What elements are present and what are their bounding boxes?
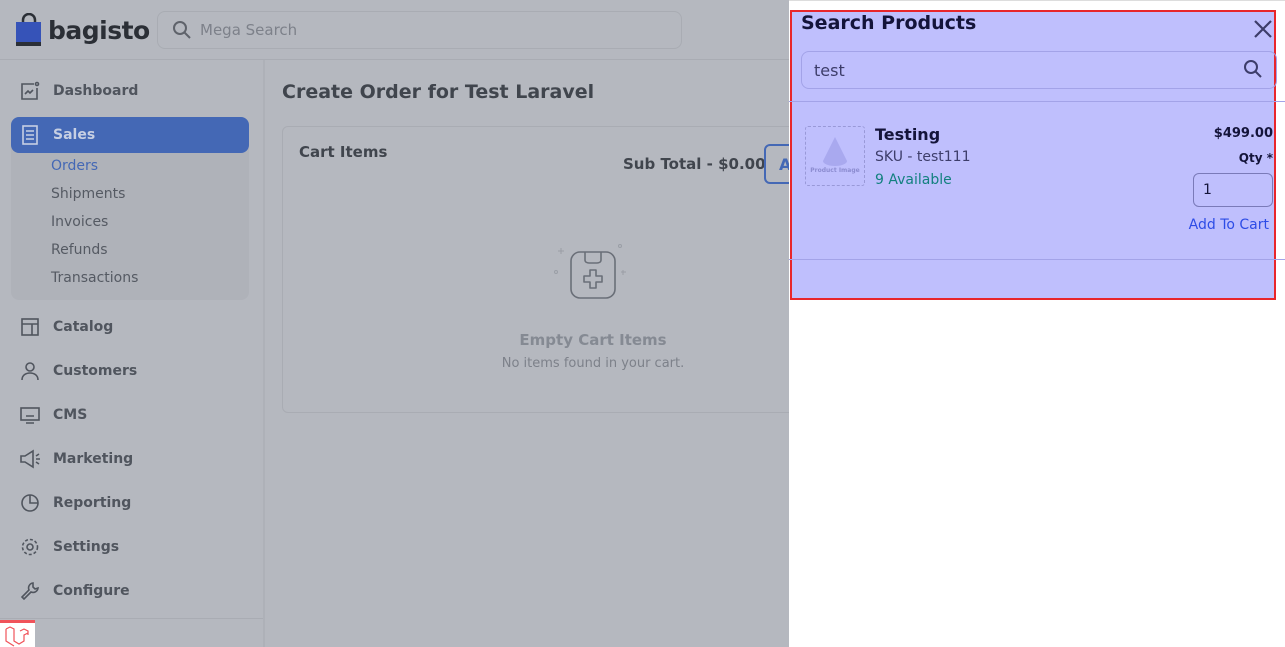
product-image-icon: [823, 137, 847, 166]
search-products-drawer: Search Products test Product Image Testi…: [789, 0, 1285, 647]
product-image-placeholder: Product Image: [805, 126, 865, 186]
sales-icon: [19, 124, 41, 146]
sidebar-item-label: Configure: [53, 583, 130, 599]
header: bagisto Mega Search: [0, 0, 789, 60]
sidebar-item-sales[interactable]: Sales: [11, 117, 249, 153]
product-name: Testing: [875, 125, 941, 144]
dashboard-icon: [19, 80, 41, 102]
empty-cart-text: No items found in your cart.: [501, 356, 685, 371]
search-icon[interactable]: [1243, 59, 1263, 83]
sidebar-item-dashboard[interactable]: Dashboard: [11, 73, 249, 109]
sidebar-item-configure[interactable]: Configure: [11, 573, 249, 609]
qty-label: Qty *: [1238, 151, 1273, 165]
add-product-button[interactable]: A: [764, 144, 789, 184]
sidebar-item-marketing[interactable]: Marketing: [11, 441, 249, 477]
marketing-icon: [19, 448, 41, 470]
wrench-icon: [19, 580, 41, 602]
sales-submenu: Orders Shipments Invoices Refunds Transa…: [11, 148, 249, 300]
divider: [789, 101, 1285, 102]
bag-logo-icon: [16, 13, 41, 46]
sidebar-footer-divider: [0, 618, 263, 619]
submenu-refunds[interactable]: Refunds: [51, 242, 108, 258]
sidebar: Orders Shipments Invoices Refunds Transa…: [0, 60, 265, 647]
submenu-orders[interactable]: Orders: [51, 158, 98, 174]
submenu-invoices[interactable]: Invoices: [51, 214, 108, 230]
sidebar-item-cms[interactable]: CMS: [11, 397, 249, 433]
divider: [789, 259, 1285, 260]
cart-items-card: Cart Items Sub Total - $0.00 A Empty Car…: [282, 126, 789, 413]
admin-app: bagisto Mega Search Orders Shipments Inv…: [0, 0, 789, 647]
drawer-title: Search Products: [801, 12, 977, 34]
sidebar-item-label: Marketing: [53, 451, 134, 467]
sidebar-item-label: CMS: [53, 407, 88, 423]
cms-icon: [19, 404, 41, 426]
sidebar-item-label: Catalog: [53, 319, 114, 335]
product-search-input[interactable]: test: [801, 51, 1277, 89]
sidebar-item-catalog[interactable]: Catalog: [11, 309, 249, 345]
customers-icon: [19, 360, 41, 382]
sidebar-item-label: Dashboard: [53, 83, 139, 99]
product-sku: SKU - test111: [875, 149, 971, 165]
sub-total: Sub Total - $0.00: [623, 155, 766, 173]
page-title: Create Order for Test Laravel: [282, 81, 595, 103]
laravel-debugbar-icon[interactable]: [0, 620, 35, 647]
sidebar-item-reporting[interactable]: Reporting: [11, 485, 249, 521]
logo[interactable]: bagisto: [16, 13, 150, 47]
product-availability: 9 Available: [875, 172, 952, 188]
mega-search-placeholder: Mega Search: [200, 21, 298, 39]
product-price: $499.00: [1213, 126, 1273, 141]
sidebar-item-label: Sales: [53, 127, 96, 143]
qty-input[interactable]: 1: [1193, 173, 1273, 207]
submenu-transactions[interactable]: Transactions: [51, 270, 138, 286]
search-icon: [173, 21, 191, 39]
close-icon[interactable]: [1253, 19, 1273, 43]
empty-cart-icon: [553, 242, 633, 312]
add-to-cart-button[interactable]: Add To Cart: [1189, 217, 1269, 233]
logo-text: bagisto: [48, 15, 150, 45]
mega-search-input[interactable]: Mega Search: [157, 11, 682, 49]
sidebar-item-customers[interactable]: Customers: [11, 353, 249, 389]
empty-cart-title: Empty Cart Items: [519, 331, 667, 349]
submenu-shipments[interactable]: Shipments: [51, 186, 125, 202]
settings-icon: [19, 536, 41, 558]
product-image-label: Product Image: [810, 167, 860, 174]
sidebar-item-settings[interactable]: Settings: [11, 529, 249, 565]
sidebar-item-label: Customers: [53, 363, 138, 379]
catalog-icon: [19, 316, 41, 338]
sidebar-item-label: Reporting: [53, 495, 132, 511]
cart-title: Cart Items: [299, 143, 388, 161]
reporting-icon: [19, 492, 41, 514]
sidebar-item-label: Settings: [53, 539, 120, 555]
